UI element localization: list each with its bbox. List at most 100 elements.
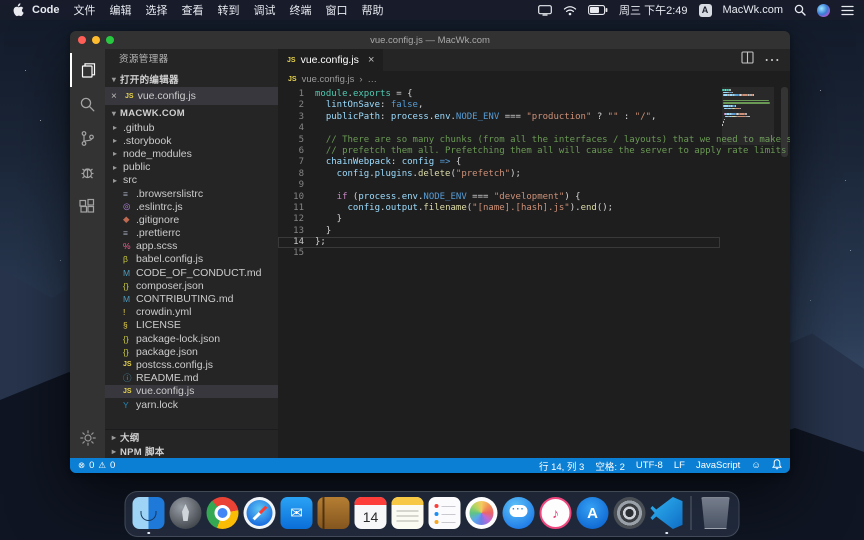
tree-file-postcss.config.js[interactable]: JSpostcss.config.js: [105, 358, 278, 371]
notification-center-icon[interactable]: [841, 5, 854, 16]
encoding[interactable]: UTF-8: [636, 460, 663, 471]
more-actions-icon[interactable]: ⋯: [764, 50, 780, 70]
menubar-menu[interactable]: 选择: [146, 5, 168, 17]
dock-item-mail[interactable]: ✉: [281, 497, 313, 529]
menubar-app-name[interactable]: Code: [32, 4, 60, 16]
tree-file-.gitignore[interactable]: ◆.gitignore: [105, 213, 278, 226]
activity-search-icon[interactable]: [70, 87, 105, 121]
apple-menu-icon[interactable]: [12, 3, 24, 17]
tree-file-LICENSE[interactable]: §LICENSE: [105, 319, 278, 332]
menubar-clock[interactable]: 周三 下午2:49: [619, 2, 687, 18]
activity-debug-icon[interactable]: [70, 155, 105, 189]
activity-explorer-icon[interactable]: [70, 53, 105, 87]
siri-icon[interactable]: [817, 4, 830, 17]
code-editor[interactable]: 1module.exports = {2 lintOnSave: false,3…: [278, 87, 790, 458]
sidebar-section-NPM 脚本[interactable]: ▸NPM 脚本: [105, 444, 278, 458]
menubar-menu[interactable]: 终端: [290, 5, 312, 17]
dock-item-calendar[interactable]: 14: [355, 497, 387, 529]
tree-file-CONTRIBUTING.md[interactable]: MCONTRIBUTING.md: [105, 292, 278, 305]
menubar-status-label[interactable]: MacWk.com: [723, 4, 784, 16]
menu-bar: Code 文件 编辑 选择 查看 转到 调试 终端 窗口 帮助 周三 下午2:49 A MacW…: [0, 0, 864, 20]
breadcrumb[interactable]: JS vue.config.js › …: [278, 71, 790, 87]
sidebar-section-大纲[interactable]: ▸大纲: [105, 430, 278, 444]
prettier-icon: ≡: [123, 228, 136, 238]
activity-extensions-icon[interactable]: [70, 189, 105, 223]
window-titlebar[interactable]: vue.config.js — MacWk.com: [70, 31, 790, 49]
tree-file-package.json[interactable]: {}package.json: [105, 345, 278, 358]
tree-folder-src[interactable]: ▸src: [105, 174, 278, 187]
dock-item-itunes[interactable]: ♪: [540, 497, 572, 529]
trash-icon: [700, 497, 732, 529]
dock-item-app-store[interactable]: A: [577, 497, 609, 529]
tree-file-.browserslistrc[interactable]: ≡.browserslistrc: [105, 187, 278, 200]
tree-file-yarn.lock[interactable]: Yyarn.lock: [105, 398, 278, 411]
dock-item-system-preferences[interactable]: [614, 497, 646, 529]
dock-item-messages[interactable]: [503, 497, 535, 529]
dock-item-chrome[interactable]: [207, 497, 239, 529]
display-icon[interactable]: [538, 5, 552, 16]
dock-item-finder[interactable]: [133, 497, 165, 529]
menubar-menu[interactable]: 查看: [182, 5, 204, 17]
menubar-menu[interactable]: 转到: [218, 5, 240, 17]
tree-file-.eslintrc.js[interactable]: ◎.eslintrc.js: [105, 200, 278, 213]
close-icon[interactable]: ×: [111, 91, 121, 102]
dock-item-contacts[interactable]: [318, 497, 350, 529]
project-root-section[interactable]: ▾ MACWK.COM: [105, 105, 278, 121]
manage-gear-icon[interactable]: [79, 429, 97, 452]
tree-file-CODE_OF_CONDUCT.md[interactable]: MCODE_OF_CONDUCT.md: [105, 266, 278, 279]
search-icon[interactable]: [794, 4, 806, 16]
tree-file-babel.config.js[interactable]: βbabel.config.js: [105, 253, 278, 266]
tree-folder-.github[interactable]: ▸.github: [105, 121, 278, 134]
errors-icon[interactable]: ⊗: [78, 460, 85, 471]
tree-file-vue.config.js[interactable]: JSvue.config.js: [105, 385, 278, 398]
warnings-icon[interactable]: ⚠: [98, 460, 106, 471]
menubar-menu[interactable]: 调试: [254, 5, 276, 17]
dock-item-photos[interactable]: [466, 497, 498, 529]
input-method-icon[interactable]: A: [699, 4, 712, 17]
mail-icon: ✉: [281, 497, 313, 529]
errors-count[interactable]: 0: [89, 460, 94, 471]
tree-file-composer.json[interactable]: {}composer.json: [105, 279, 278, 292]
cursor-position[interactable]: 行 14, 列 3: [539, 459, 584, 473]
chevron-right-icon: ▸: [113, 163, 123, 172]
menubar-menu[interactable]: 文件: [74, 5, 96, 17]
tree-folder-node_modules[interactable]: ▸node_modules: [105, 147, 278, 160]
tree-file-.prettierrc[interactable]: ≡.prettierrc: [105, 227, 278, 240]
tree-file-app.scss[interactable]: %app.scss: [105, 240, 278, 253]
minimap-line: [722, 100, 774, 102]
code-line: 9: [278, 180, 720, 191]
tree-file-crowdin.yml[interactable]: !crowdin.yml: [105, 306, 278, 319]
dock-item-trash[interactable]: [700, 497, 732, 529]
wifi-icon[interactable]: [563, 5, 577, 16]
split-editor-icon[interactable]: [741, 51, 754, 69]
notifications-bell-icon[interactable]: [772, 459, 782, 473]
tree-folder-public[interactable]: ▸public: [105, 161, 278, 174]
activity-source-control-icon[interactable]: [70, 121, 105, 155]
dock-item-launchpad[interactable]: [170, 497, 202, 529]
menubar-menu[interactable]: 窗口: [326, 5, 348, 17]
dock-item-reminders[interactable]: [429, 497, 461, 529]
indentation[interactable]: 空格: 2: [595, 459, 625, 473]
close-tab-icon[interactable]: ×: [368, 54, 374, 66]
menubar-menu[interactable]: 帮助: [362, 5, 384, 17]
js-file-icon: JS: [288, 76, 297, 83]
menubar-menu[interactable]: 编辑: [110, 5, 132, 17]
eol-sequence[interactable]: LF: [674, 460, 685, 471]
dock-item-notes[interactable]: [392, 497, 424, 529]
dock-item-vscode[interactable]: [651, 497, 683, 529]
tree-file-README.md[interactable]: ⓘREADME.md: [105, 372, 278, 385]
tree-file-package-lock.json[interactable]: {}package-lock.json: [105, 332, 278, 345]
feedback-smiley-icon[interactable]: ☺: [751, 460, 761, 471]
tab-vue-config-js[interactable]: JS vue.config.js ×: [278, 49, 383, 71]
open-editor-item[interactable]: × JS vue.config.js: [105, 87, 278, 105]
chevron-right-icon: ▸: [113, 149, 123, 158]
warnings-count[interactable]: 0: [110, 460, 115, 471]
tree-folder-.storybook[interactable]: ▸.storybook: [105, 134, 278, 147]
activity-bar: [70, 49, 105, 458]
language-mode[interactable]: JavaScript: [696, 460, 740, 471]
open-editors-section[interactable]: ▾ 打开的编辑器: [105, 71, 278, 87]
editor-scrollbar[interactable]: [781, 87, 788, 157]
dock-item-safari[interactable]: [244, 497, 276, 529]
battery-icon[interactable]: [588, 5, 608, 15]
minimap[interactable]: [722, 89, 774, 129]
